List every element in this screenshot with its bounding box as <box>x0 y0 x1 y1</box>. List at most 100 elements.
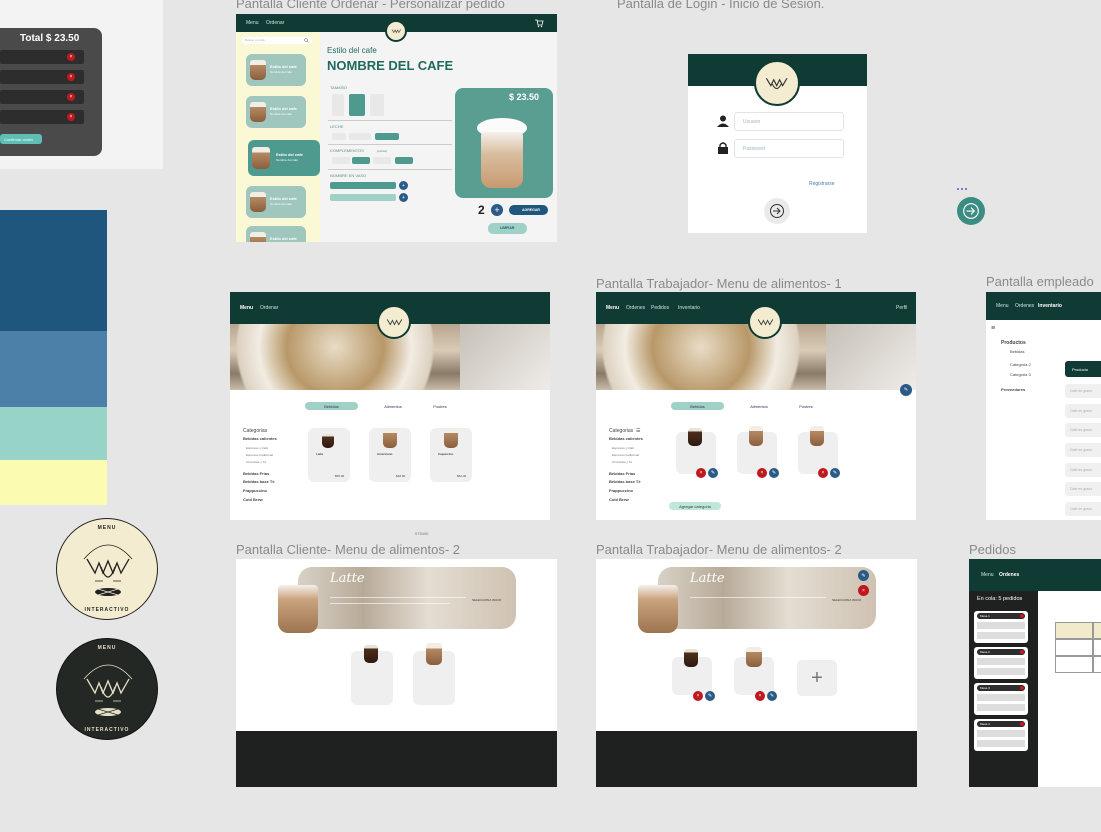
nav-profile[interactable]: Perfil <box>896 305 907 311</box>
section-providers[interactable]: Proveedores <box>1001 387 1025 392</box>
sub-item[interactable]: Categoria 2 <box>1010 362 1031 367</box>
extras-option-selected[interactable] <box>395 157 413 164</box>
milk-option[interactable] <box>332 133 346 140</box>
table-row[interactable]: Cafe en grano <box>1065 502 1101 516</box>
milk-option[interactable] <box>349 133 371 140</box>
add-name-button[interactable]: + <box>399 181 408 190</box>
table-row[interactable]: Cafe en grano <box>1065 443 1101 457</box>
login-button[interactable] <box>764 198 790 224</box>
category-item[interactable]: Bebidas Frias <box>243 471 269 476</box>
side-card-selected[interactable]: Estilo del cafe Nombre del cafe <box>248 140 320 176</box>
tab-desserts[interactable]: Postres <box>422 402 458 410</box>
login-button-variant[interactable] <box>957 197 985 225</box>
nav-order[interactable]: Ordenar <box>266 20 284 26</box>
nav-order[interactable]: Ordenar <box>260 305 278 311</box>
cup-name-input[interactable] <box>330 182 396 189</box>
table-row[interactable]: Cafe en grano <box>1065 384 1101 398</box>
order-card[interactable]: Mesa 4 <box>974 719 1028 751</box>
nav-orders[interactable]: Ordenes <box>1015 303 1034 309</box>
subcategory-item[interactable]: Chocolate y Té <box>612 460 632 464</box>
nav-menu[interactable]: Menu <box>246 20 259 26</box>
section-products[interactable]: Productos <box>1001 340 1026 346</box>
product-card[interactable]: Capuccino $62.00 <box>430 428 472 482</box>
nav-inventory[interactable]: Inventario <box>1038 303 1062 309</box>
delete-product-button[interactable]: × <box>696 468 706 478</box>
subcategory-item[interactable]: Espresso y Café <box>246 446 268 450</box>
size-option-selected[interactable] <box>349 94 365 116</box>
nav-requests[interactable]: Pedidos <box>651 305 669 311</box>
nav-orders[interactable]: Ordenes <box>999 572 1019 578</box>
extras-option[interactable] <box>332 157 350 164</box>
category-item[interactable]: Bebidas base Té <box>609 479 641 484</box>
category-item[interactable]: Bebidas base Té <box>243 479 275 484</box>
edit-product-button[interactable]: ✎ <box>769 468 779 478</box>
nav-orders[interactable]: Ordenes <box>626 305 645 311</box>
tab-food[interactable]: Alimentos <box>734 402 784 410</box>
side-card[interactable]: Estilo del cafe <box>246 226 306 242</box>
banner-cta[interactable]: SELECCIONA INICIO <box>832 598 861 602</box>
edit-product-button[interactable]: ✎ <box>830 468 840 478</box>
milk-option-selected[interactable] <box>375 133 399 140</box>
nav-menu[interactable]: Menu <box>981 572 994 578</box>
tab-drinks[interactable]: Bebidas <box>671 402 724 410</box>
add-category-button[interactable]: Agregar categoria <box>669 502 721 510</box>
subcategory-item[interactable]: Espresso tradicional <box>612 453 639 457</box>
remove-item-button[interactable]: × <box>67 53 75 61</box>
table-row[interactable]: Cafe en grano <box>1065 423 1101 437</box>
category-item[interactable]: Frappuccino <box>243 488 267 493</box>
nav-menu[interactable]: Menu <box>606 305 619 311</box>
register-link[interactable]: Registrarse <box>809 181 835 187</box>
nav-menu[interactable]: Menu <box>996 303 1009 309</box>
subcategory-item[interactable]: Espresso y Café <box>612 446 634 450</box>
subcategory-item[interactable]: Chocolate y Té <box>246 460 266 464</box>
side-card[interactable]: Estilo del cafe Nombre del cafe <box>246 54 306 86</box>
tab-drinks[interactable]: Bebidas <box>305 402 358 410</box>
remove-item-button[interactable]: × <box>67 113 75 121</box>
delete-product-button[interactable]: × <box>693 691 703 701</box>
sub-item[interactable]: Bebidas <box>1010 349 1024 354</box>
edit-icon[interactable]: ☰ <box>636 428 640 434</box>
table-row[interactable]: Cafe en grano <box>1065 482 1101 496</box>
remove-item-button[interactable]: × <box>67 73 75 81</box>
edit-product-button[interactable]: ✎ <box>708 468 718 478</box>
edit-banner-button[interactable]: ✎ <box>858 570 869 581</box>
delete-product-button[interactable]: × <box>757 468 767 478</box>
search-input[interactable]: Buscar un cafe <box>242 37 312 44</box>
product-card[interactable] <box>734 647 774 695</box>
hamburger-icon[interactable]: ≡ <box>991 325 995 332</box>
product-card[interactable] <box>351 645 393 705</box>
table-row[interactable]: Cafe en grano <box>1065 463 1101 477</box>
sub-item[interactable]: Categoria 3 <box>1010 372 1031 377</box>
extras-option-selected[interactable] <box>352 157 370 164</box>
edit-product-button[interactable]: ✎ <box>767 691 777 701</box>
tab-food[interactable]: Alimentos <box>368 402 418 410</box>
product-card[interactable]: Latte $55.00 <box>308 428 350 482</box>
increment-button[interactable]: + <box>491 204 503 216</box>
confirm-order-button[interactable]: Confirmar orden <box>0 134 42 144</box>
size-option[interactable] <box>370 94 384 116</box>
edit-banner-button[interactable]: ✎ <box>900 384 912 396</box>
extras-option[interactable] <box>373 157 391 164</box>
subcategory-item[interactable]: Espresso tradicional <box>246 453 273 457</box>
latte-banner[interactable]: Latte SELECCIONA INICIO <box>298 567 516 629</box>
product-card[interactable] <box>672 649 712 695</box>
tab-desserts[interactable]: Postres <box>788 402 824 410</box>
remove-item-button[interactable]: × <box>67 93 75 101</box>
username-input[interactable]: Usuario <box>734 112 844 131</box>
side-card[interactable]: Estilo del cafe Nombre del cafe <box>246 186 306 218</box>
category-item[interactable]: Cold Brew <box>609 497 629 502</box>
delete-product-button[interactable]: × <box>818 468 828 478</box>
order-card[interactable]: Mesa 2 <box>974 647 1028 679</box>
category-item[interactable]: Bebidas calientes <box>243 436 277 441</box>
order-card[interactable]: Mesa 3 <box>974 683 1028 715</box>
clear-button[interactable]: LIMPIAR <box>488 223 527 234</box>
category-item[interactable]: Bebidas calientes <box>609 436 643 441</box>
product-card[interactable] <box>413 643 455 705</box>
cup-name-input[interactable] <box>330 194 396 201</box>
add-product-button[interactable]: + <box>797 660 837 696</box>
size-option[interactable] <box>332 94 344 116</box>
table-row[interactable]: Cafe en grano <box>1065 404 1101 418</box>
add-name-button[interactable]: + <box>399 193 408 202</box>
password-input[interactable]: Password <box>734 139 844 158</box>
category-item[interactable]: Cold Brew <box>243 497 263 502</box>
